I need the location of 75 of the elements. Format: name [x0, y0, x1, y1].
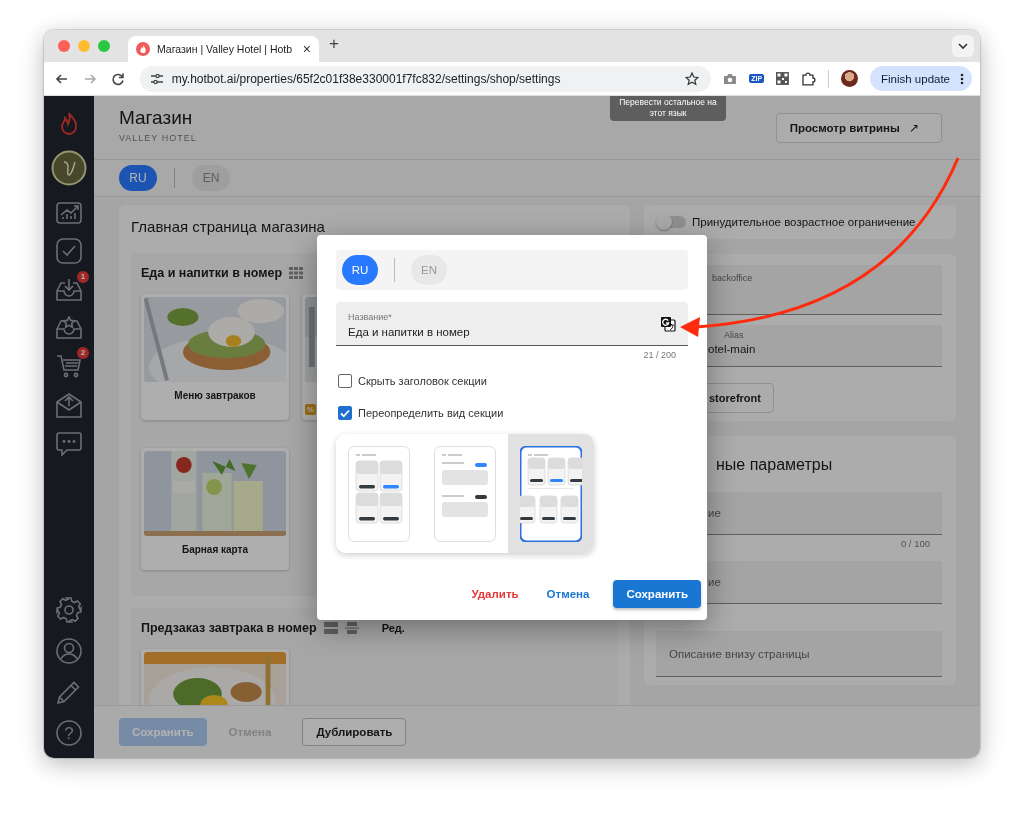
translate-icon[interactable]: [660, 315, 676, 332]
site-info-icon[interactable]: [149, 71, 164, 86]
tooltip: Перевести остальное на этот язык: [610, 96, 726, 121]
text-field[interactable]: Описание внизу страницы: [656, 631, 942, 677]
field-value: otel-main: [708, 343, 757, 355]
discount-badge: %: [305, 404, 317, 415]
flame-icon: [136, 42, 150, 56]
close-window-button[interactable]: [58, 40, 70, 52]
card-label: Барная карта: [180, 543, 250, 557]
name-field[interactable]: Название* Еда и напитки в номер: [336, 302, 688, 346]
camera-icon[interactable]: [723, 72, 738, 85]
grid-layout-option[interactable]: [336, 434, 422, 553]
split-view-icon[interactable]: [344, 622, 359, 634]
card-title: Главная страница магазина: [131, 218, 326, 235]
category-card[interactable]: Барная карта: [141, 448, 289, 570]
save-button[interactable]: Сохранить: [613, 580, 701, 608]
storefront-button[interactable]: Просмотр витрины ↗: [775, 113, 942, 143]
cart-icon[interactable]: [56, 354, 82, 378]
flame-icon[interactable]: [59, 112, 79, 136]
list-view-icon[interactable]: [323, 622, 338, 634]
field-value: Еда и напитки в номер: [348, 326, 471, 338]
address-bar[interactable]: my.hotbot.ai/properties/65f2c01f38e330001f7fc832/settings/shop/settings: [139, 65, 712, 92]
carousel-layout-option[interactable]: [508, 434, 594, 553]
tab-search-button[interactable]: [952, 35, 974, 57]
browser-tab[interactable]: Магазин | Valley Hotel | Hotb ×: [128, 36, 319, 62]
update-button[interactable]: Finish update: [869, 66, 972, 91]
bookmark-star-icon[interactable]: [685, 71, 700, 86]
language-tab[interactable]: RU: [342, 255, 378, 285]
checkbox-label: Переопределить вид секции: [358, 406, 504, 419]
pencil-icon[interactable]: [56, 679, 82, 705]
field-placeholder: Описание внизу страницы: [669, 647, 811, 660]
profile-avatar[interactable]: [841, 70, 858, 87]
notification-badge: 2: [77, 347, 89, 359]
hotel-name: VALLEY HOTEL: [119, 133, 197, 143]
puzzle-icon[interactable]: [801, 71, 817, 86]
toggle-switch[interactable]: [658, 216, 686, 228]
duplicate-button[interactable]: Дублировать: [302, 718, 407, 746]
edit-link[interactable]: Ред.: [381, 622, 405, 634]
envelope-icon[interactable]: [56, 392, 82, 418]
chart-icon[interactable]: [56, 200, 82, 224]
category-card[interactable]: Меню завтраков: [141, 294, 289, 420]
field-placeholder: ие: [708, 576, 722, 588]
toggle-label: Принудительное возрастное ограничение: [692, 216, 916, 228]
grid-icon[interactable]: [289, 267, 304, 279]
section-title: Еда и напитки в номер: [141, 266, 283, 280]
cancel-button[interactable]: Отмена: [538, 580, 598, 608]
field-label: Alias: [723, 330, 745, 340]
url-text: my.hotbot.ai/properties/65f2c01f38e330001f7fc832/settings/shop/settings: [171, 71, 562, 86]
section-title: Предзаказ завтрака в номер: [141, 621, 317, 635]
character-counter: 0 / 100: [899, 537, 931, 551]
help-icon[interactable]: ?: [56, 720, 82, 746]
inbox-icon[interactable]: [56, 278, 82, 302]
more-icon[interactable]: [960, 72, 964, 85]
avatar-icon[interactable]: [51, 150, 87, 186]
page-title: Магазин: [119, 107, 194, 129]
field-label: Название*: [348, 312, 393, 322]
delete-button[interactable]: Удалить: [463, 580, 527, 608]
star-tray-icon[interactable]: [56, 316, 82, 340]
checkbox[interactable]: [338, 405, 352, 420]
notification-badge: 1: [77, 271, 89, 283]
qr-code-icon[interactable]: [776, 72, 790, 85]
chat-bubble-icon[interactable]: [56, 432, 82, 456]
card-title: ные параметры: [715, 455, 834, 475]
settings-icon[interactable]: [56, 597, 82, 623]
new-tab-button[interactable]: +: [329, 34, 339, 54]
checkbox-label: Скрыть заголовок секции: [358, 374, 487, 387]
field-placeholder: ие: [708, 507, 722, 519]
card-label: Меню завтраков: [173, 389, 257, 403]
tab-title: Магазин | Valley Hotel | Hotb: [157, 43, 293, 55]
field-label: backoffice: [712, 273, 754, 283]
close-tab-button[interactable]: ×: [302, 41, 311, 57]
checkmark-icon[interactable]: [56, 238, 82, 264]
checkbox[interactable]: [338, 373, 352, 388]
language-tab[interactable]: RU: [119, 165, 157, 191]
user-icon[interactable]: [56, 638, 82, 664]
